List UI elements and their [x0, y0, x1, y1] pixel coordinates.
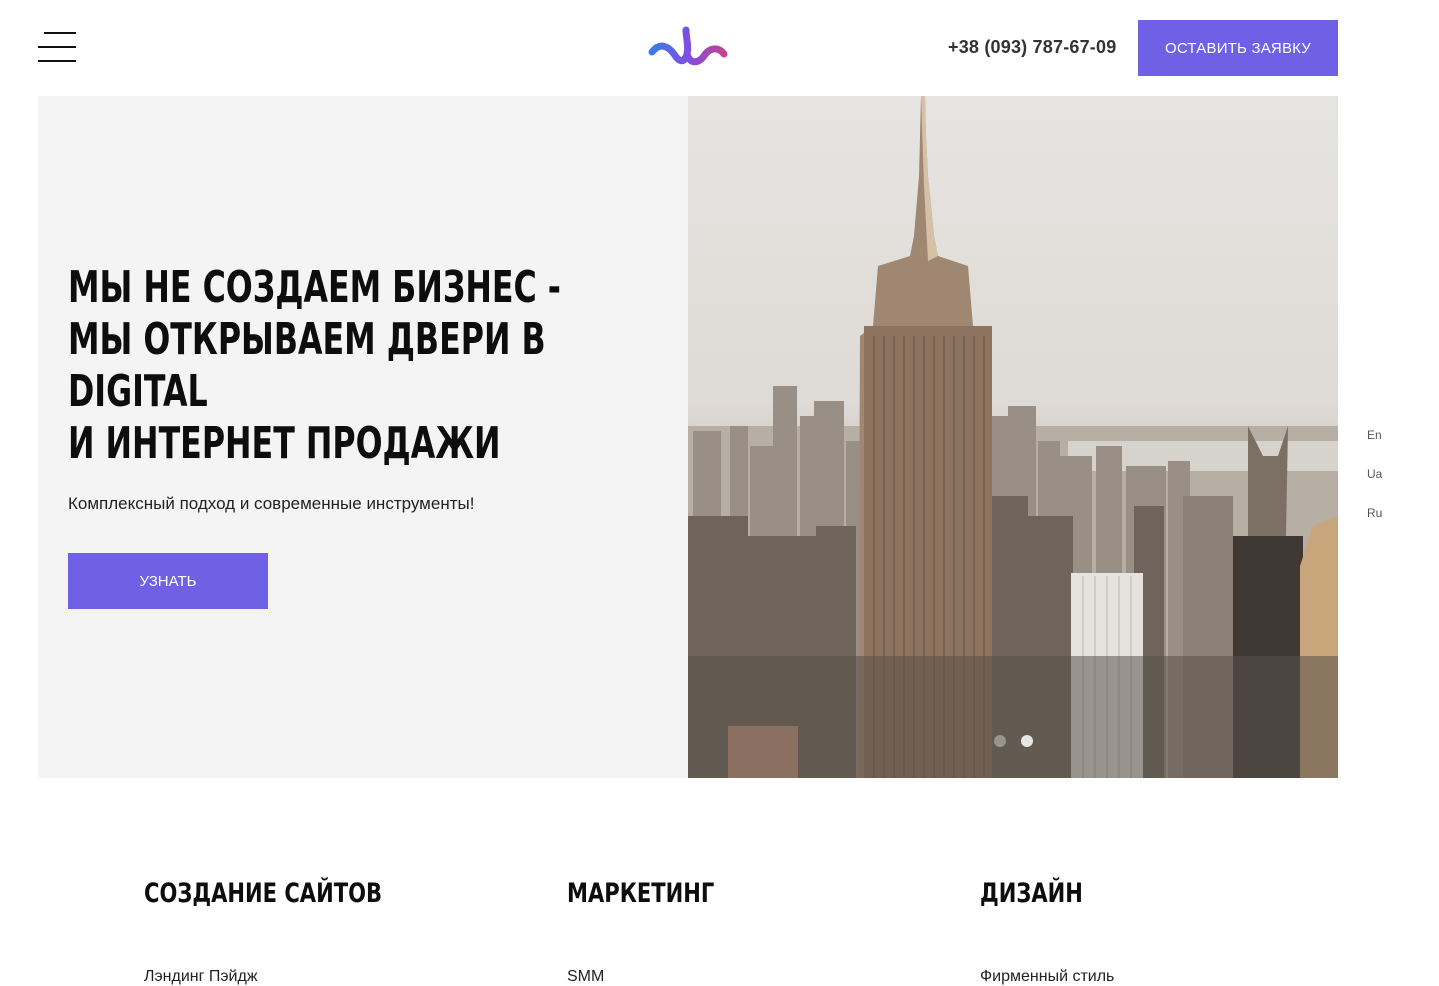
hamburger-menu-icon[interactable] — [38, 32, 76, 64]
learn-more-button[interactable]: УЗНАТЬ — [68, 553, 268, 609]
service-title-design: ДИЗАЙН — [980, 878, 1083, 909]
menu-line — [44, 32, 76, 34]
hero-subtitle: Комплексный подход и современные инструм… — [68, 494, 475, 513]
lang-ru-link[interactable]: Ru — [1367, 506, 1382, 520]
service-title-web: СОЗДАНИЕ САЙТОВ — [144, 878, 383, 909]
leave-request-button[interactable]: ОСТАВИТЬ ЗАЯВКУ — [1138, 20, 1338, 76]
city-skyline-photo — [688, 96, 1338, 778]
wave-logo-icon[interactable] — [646, 24, 730, 72]
lang-ua-link[interactable]: Ua — [1367, 467, 1382, 481]
hero-title-line: МЫ НЕ СОЗДАЕМ БИЗНЕС - — [68, 262, 561, 313]
slider-dot-active[interactable] — [1021, 735, 1033, 747]
hero-title-line: МЫ ОТКРЫВАЕМ ДВЕРИ В — [68, 314, 546, 365]
service-title-marketing: МАРКЕТИНГ — [567, 878, 715, 909]
service-item-landing[interactable]: Лэндинг Пэйдж — [144, 968, 258, 986]
menu-line — [38, 46, 76, 48]
lang-en-link[interactable]: En — [1367, 428, 1382, 442]
service-item-smm[interactable]: SMM — [567, 968, 604, 986]
service-item-branding[interactable]: Фирменный стиль — [980, 968, 1114, 986]
hero-title-line: И ИНТЕРНЕТ ПРОДАЖИ — [68, 418, 501, 469]
menu-line — [38, 60, 76, 62]
hero-title: МЫ НЕ СОЗДАЕМ БИЗНЕС - МЫ ОТКРЫВАЕМ ДВЕР… — [68, 262, 561, 470]
phone-link[interactable]: +38 (093) 787-67-09 — [948, 36, 1116, 58]
slider-dot[interactable] — [994, 735, 1006, 747]
hero-title-line: DIGITAL — [68, 366, 208, 417]
